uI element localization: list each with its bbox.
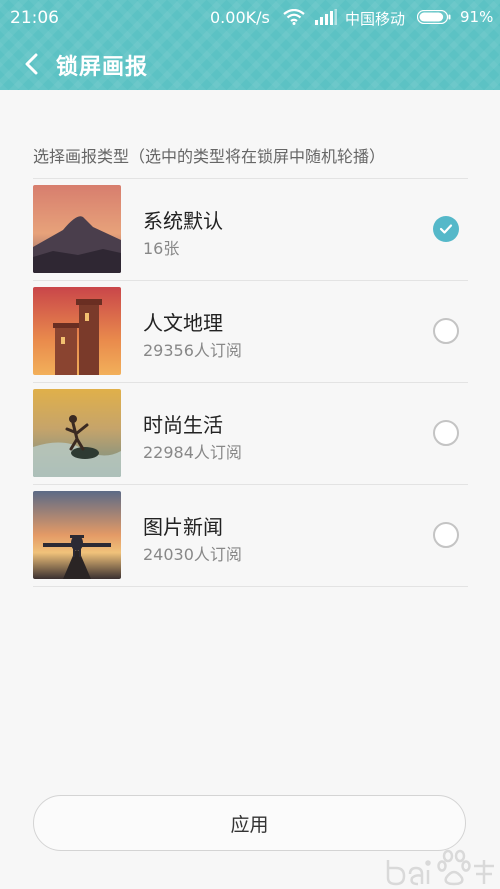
status-time: 21:06: [10, 8, 59, 28]
item-subtitle: 16张: [143, 239, 180, 258]
list-item[interactable]: 图片新闻 24030人订阅: [33, 485, 468, 587]
unchecked-radio[interactable]: [433, 318, 459, 344]
unchecked-radio[interactable]: [433, 522, 459, 548]
app-header: 21:06 0.00K/s 中国移动 91% 锁屏画报: [0, 0, 500, 90]
item-title: 人文地理: [143, 311, 223, 335]
wifi-icon: [283, 9, 305, 25]
castle-tower-icon: [33, 287, 121, 375]
airplane-icon: [33, 491, 121, 579]
page-title: 锁屏画报: [56, 55, 149, 80]
chevron-left-icon: [25, 53, 38, 75]
surfer-icon: [33, 389, 121, 477]
title-bar: 锁屏画报: [0, 40, 500, 88]
carrier-name: 中国移动: [345, 10, 406, 28]
item-title: 系统默认: [143, 209, 223, 233]
item-subtitle: 29356人订阅: [143, 341, 242, 360]
item-subtitle: 22984人订阅: [143, 443, 242, 462]
signal-icon: [315, 9, 337, 25]
status-bar: 21:06 0.00K/s 中国移动 91%: [0, 0, 500, 34]
item-subtitle: 24030人订阅: [143, 545, 242, 564]
unchecked-radio[interactable]: [433, 420, 459, 446]
list-item[interactable]: 系统默认 16张: [33, 179, 468, 281]
mountain-sunset-icon: [33, 185, 121, 273]
section-label: 选择画报类型（选中的类型将在锁屏中随机轮播）: [33, 147, 386, 166]
wallpaper-type-list: 系统默认 16张 人文地理 29356人订阅 时尚生活 22984人订阅 图片新…: [33, 178, 468, 587]
baidu-watermark-logo: [386, 849, 494, 886]
checked-radio[interactable]: [433, 216, 459, 242]
network-speed: 0.00K/s: [210, 8, 270, 27]
list-item[interactable]: 人文地理 29356人订阅: [33, 281, 468, 383]
item-title: 图片新闻: [143, 515, 223, 539]
checkmark-icon: [439, 224, 453, 234]
back-button[interactable]: [14, 46, 50, 82]
battery-percent: 91%: [460, 8, 494, 26]
item-title: 时尚生活: [143, 413, 223, 437]
list-item[interactable]: 时尚生活 22984人订阅: [33, 383, 468, 485]
battery-icon: [417, 10, 451, 24]
